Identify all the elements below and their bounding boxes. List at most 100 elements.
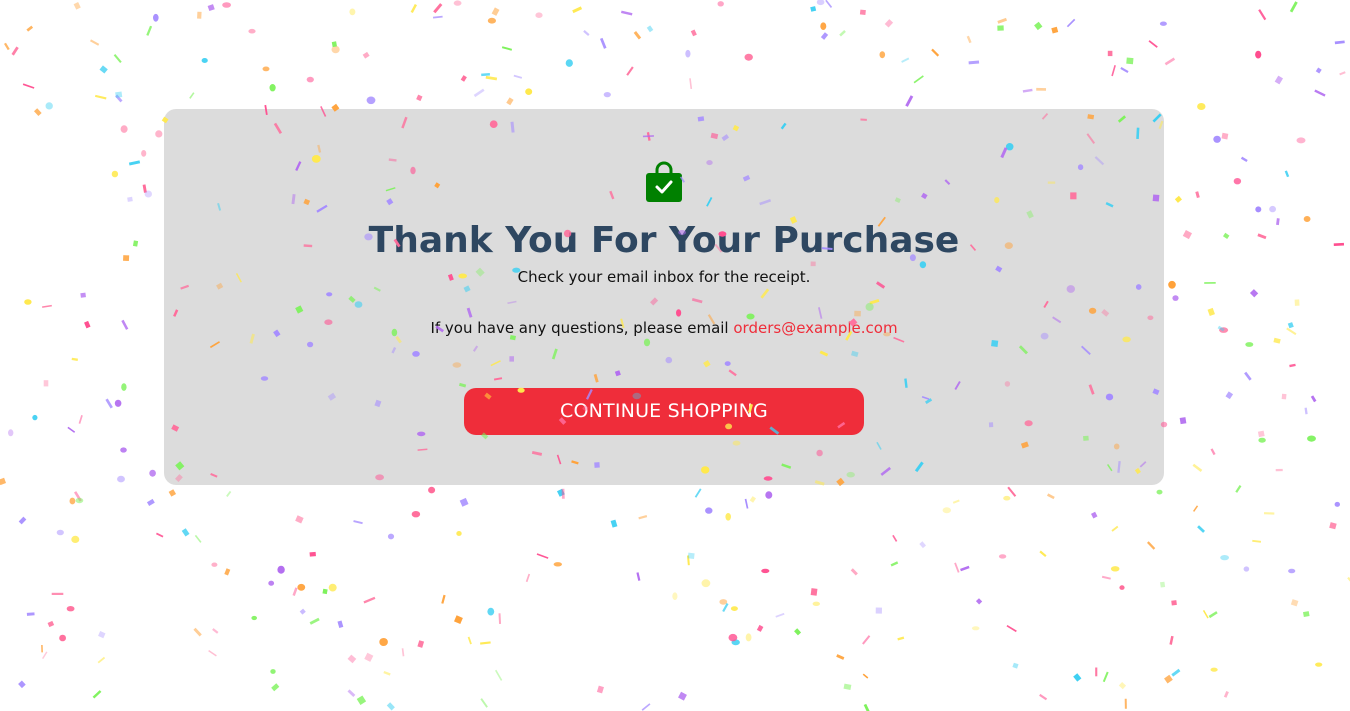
confetti-piece (1223, 691, 1229, 698)
confirmation-card: Thank You For Your Purchase Check your e… (164, 109, 1164, 485)
confetti-piece (149, 469, 156, 477)
confetti-piece (26, 25, 34, 32)
confetti-piece (1164, 674, 1173, 684)
confetti-piece (1263, 512, 1275, 515)
confetti-piece (975, 598, 983, 605)
confetti-piece (59, 634, 66, 642)
confetti-piece (115, 91, 123, 98)
confetti-piece (432, 15, 443, 19)
confetti-piece (347, 689, 356, 697)
confetti-piece (1310, 395, 1317, 403)
shopping-bag-check-icon (646, 161, 682, 202)
confetti-piece (1249, 289, 1259, 298)
confetti-piece (678, 691, 687, 701)
confetti-piece (626, 66, 634, 76)
confetti-piece (621, 10, 633, 16)
confetti-piece (1047, 493, 1055, 500)
confetti-piece (416, 94, 423, 102)
confetti-piece (75, 497, 84, 504)
confetti-piece (1213, 135, 1221, 143)
confetti-piece (862, 635, 871, 645)
confetti-piece (952, 499, 960, 504)
confetti-piece (1257, 233, 1267, 240)
confetti-piece (610, 519, 618, 528)
confetti-piece (685, 49, 691, 58)
confetti-piece (1192, 463, 1203, 472)
confetti-piece (1101, 575, 1111, 580)
confetti-piece (362, 51, 370, 59)
confetti-piece (701, 579, 711, 588)
confetti-piece (128, 160, 141, 166)
confetti-piece (1304, 407, 1308, 415)
confetti-piece (1314, 89, 1326, 97)
confetti-piece (498, 613, 502, 624)
confetti-piece (120, 447, 127, 453)
confetti-piece (1171, 668, 1181, 677)
confetti-piece (825, 0, 833, 8)
confetti-piece (744, 53, 753, 61)
confetti-piece (1207, 307, 1215, 316)
confetti-piece (1289, 363, 1296, 368)
confetti-piece (1156, 489, 1163, 495)
confetti-piece (113, 54, 122, 64)
confetti-piece (572, 6, 583, 14)
confetti-piece (454, 615, 463, 625)
confetti-piece (84, 320, 91, 329)
confetti-piece (1334, 40, 1345, 45)
confetti-piece (1119, 585, 1125, 590)
confetti-piece (18, 516, 27, 525)
confetti-piece (386, 702, 395, 711)
confetti-piece (765, 491, 773, 499)
confetti-piece (353, 520, 363, 525)
confetti-piece (141, 150, 147, 157)
confetti-piece (1334, 501, 1341, 507)
support-email-link[interactable]: orders@example.com (733, 319, 897, 337)
confetti-piece (306, 76, 314, 83)
confetti-piece (0, 477, 7, 486)
confetti-piece (997, 17, 1007, 24)
confetti-piece (919, 541, 927, 549)
confetti-piece (69, 497, 76, 505)
confetti-piece (1003, 495, 1011, 501)
confetti-piece (913, 75, 924, 84)
confetti-piece (123, 255, 130, 262)
confetti-piece (90, 39, 100, 46)
confetti-piece (722, 603, 729, 613)
confetti-piece (32, 414, 38, 421)
questions-text: If you have any questions, please email (430, 319, 734, 337)
confetti-piece (99, 65, 108, 74)
confetti-piece (820, 32, 829, 40)
confetti-piece (596, 685, 604, 694)
confetti-piece (905, 95, 914, 107)
confetti-piece (672, 592, 678, 600)
confetti-piece (441, 594, 446, 604)
confetti-piece (744, 498, 749, 509)
confetti-piece (26, 612, 35, 616)
confetti-piece (491, 7, 500, 16)
confetti-piece (1111, 65, 1116, 77)
confetti-piece (525, 573, 531, 583)
confetti-piece (749, 496, 756, 503)
confetti-piece (1110, 566, 1120, 572)
confetti-piece (535, 12, 543, 18)
confetti-piece (875, 607, 882, 614)
confetti-piece (168, 489, 177, 497)
confetti-piece (262, 66, 270, 72)
confetti-piece (207, 4, 215, 12)
confetti-piece (121, 319, 129, 330)
confetti-piece (1006, 624, 1017, 633)
confetti-piece (1051, 26, 1059, 34)
questions-message: If you have any questions, please email … (164, 318, 1164, 338)
receipt-message: Check your email inbox for the receipt. (517, 268, 811, 286)
confetti-piece (1289, 1, 1298, 13)
confetti-piece (132, 240, 139, 247)
confetti-piece (728, 633, 738, 642)
confetti-piece (843, 683, 852, 690)
confetti-piece (1219, 327, 1229, 333)
confetti-piece (156, 532, 164, 538)
confetti-piece (277, 565, 285, 574)
confetti-piece (730, 606, 738, 611)
confetti-piece (487, 17, 496, 24)
confetti-piece (756, 624, 764, 632)
continue-shopping-button[interactable]: CONTINUE SHOPPING (464, 388, 864, 435)
